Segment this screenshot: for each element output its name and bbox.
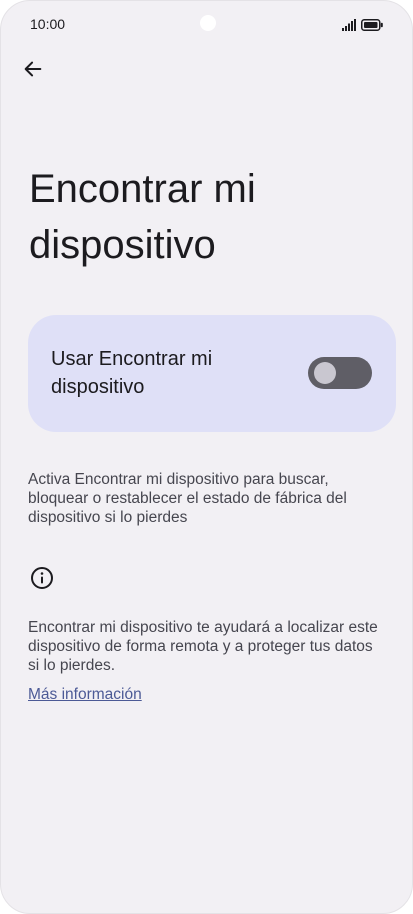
back-button[interactable] xyxy=(17,55,49,87)
find-device-toggle-card[interactable]: Usar Encontrar mi dispositivo xyxy=(28,315,396,432)
status-icons xyxy=(342,18,383,36)
more-info-link[interactable]: Más información xyxy=(28,685,142,704)
signal-icon xyxy=(342,18,356,36)
status-bar: 10:00 xyxy=(1,1,412,49)
phone-screen: 10:00 Encontrar mi dispositivo Usar Enco… xyxy=(0,0,413,914)
find-device-switch[interactable] xyxy=(308,357,372,389)
info-text: Encontrar mi dispositivo te ayudará a lo… xyxy=(28,619,378,674)
toggle-label: Usar Encontrar mi dispositivo xyxy=(51,348,213,398)
description-text: Activa Encontrar mi dispositivo para bus… xyxy=(28,471,347,526)
page-title: Encontrar mi dispositivo xyxy=(29,167,256,267)
switch-thumb xyxy=(314,362,336,384)
arrow-left-icon xyxy=(22,58,44,85)
battery-icon xyxy=(361,18,383,36)
info-icon xyxy=(30,566,54,590)
status-time: 10:00 xyxy=(30,16,66,32)
camera-cutout xyxy=(200,15,216,31)
